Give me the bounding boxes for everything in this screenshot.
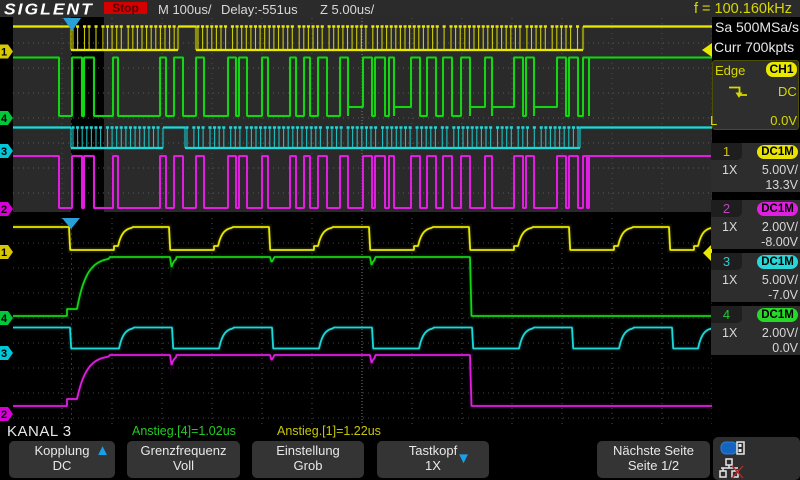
svg-text:1: 1: [1, 47, 7, 59]
svg-text:4: 4: [1, 113, 8, 125]
svg-text:2: 2: [1, 409, 7, 421]
svg-text:2: 2: [1, 204, 7, 216]
svg-text:3: 3: [1, 146, 7, 158]
svg-text:4: 4: [1, 313, 8, 325]
svg-text:1: 1: [1, 247, 7, 259]
svg-text:3: 3: [1, 348, 7, 360]
